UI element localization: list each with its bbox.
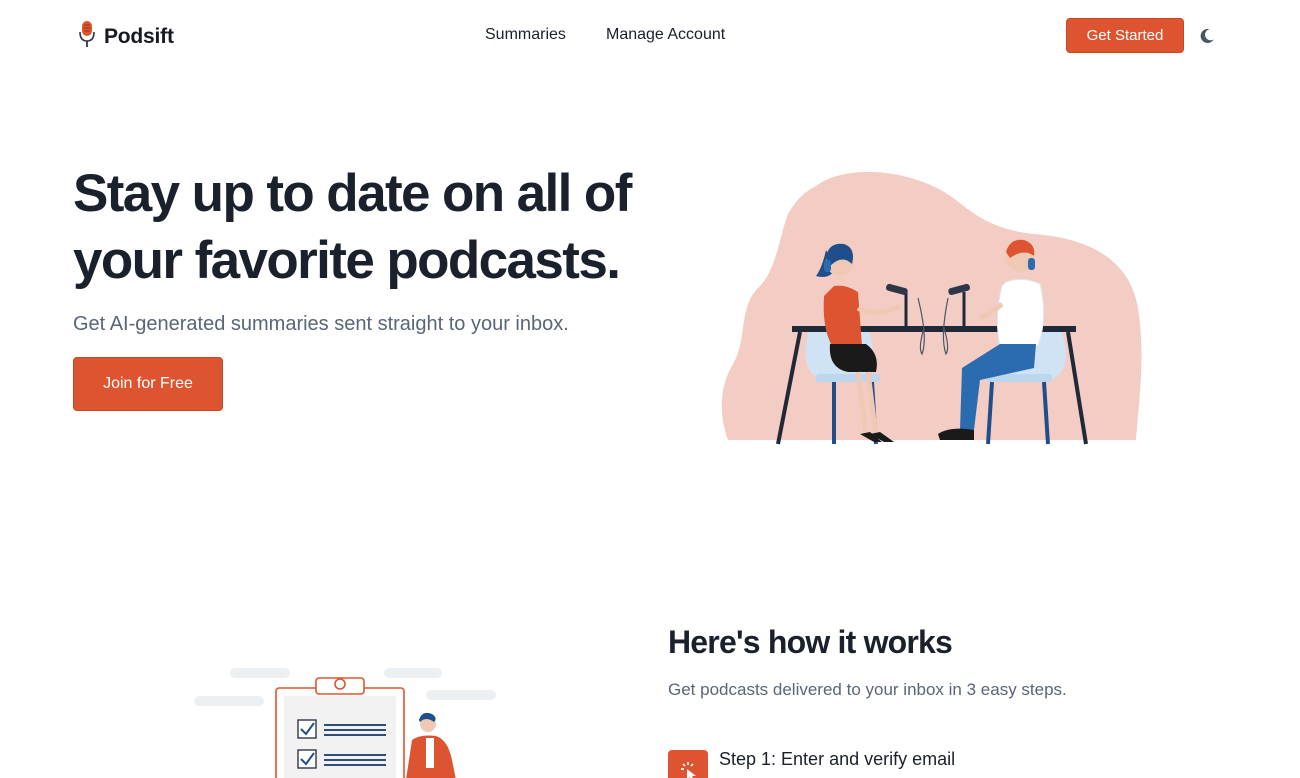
top-navigation: Podsift Summaries Manage Account Get Sta…	[0, 0, 1300, 72]
step-1-label: Step 1: Enter and verify email	[719, 749, 956, 769]
clipboard-checklist-illustration	[190, 660, 500, 778]
get-started-button[interactable]: Get Started	[1066, 18, 1184, 53]
brand-name: Podsift	[104, 24, 174, 48]
cursor-click-icon	[668, 750, 708, 778]
hero-title: Stay up to date on all of your favorite …	[73, 164, 632, 290]
hero-subtitle: Get AI-generated summaries sent straight…	[73, 313, 569, 335]
how-it-works-title: Here's how it works	[668, 624, 953, 660]
join-for-free-button[interactable]: Join for Free	[73, 357, 223, 411]
how-it-works-subtitle: Get podcasts delivered to your inbox in …	[668, 680, 1067, 699]
brand-logo[interactable]: Podsift	[78, 20, 174, 53]
podcast-recording-illustration	[718, 168, 1148, 450]
nav-link-manage-account[interactable]: Manage Account	[606, 26, 725, 44]
microphone-icon	[78, 20, 96, 53]
nav-link-summaries[interactable]: Summaries	[485, 26, 566, 44]
moon-icon[interactable]	[1198, 27, 1216, 45]
